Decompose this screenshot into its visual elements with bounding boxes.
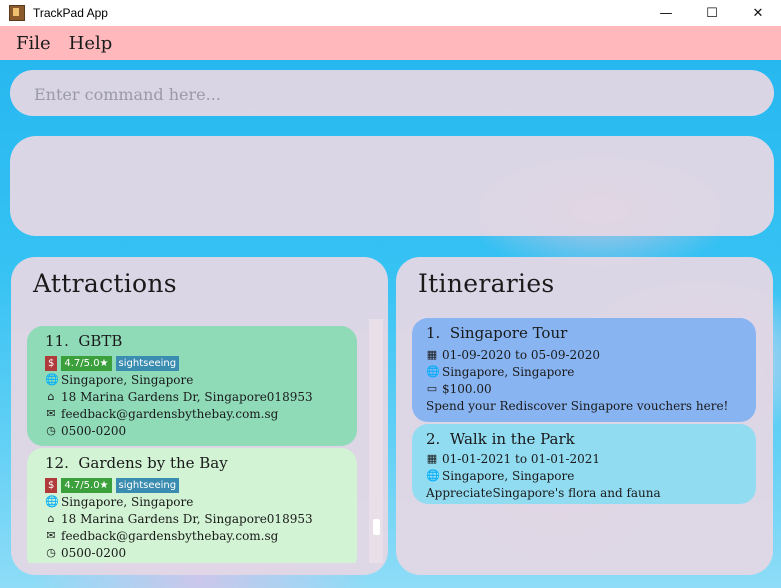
itineraries-panel: Itineraries 1. Singapore Tour ▦ 01-09-202… bbox=[396, 257, 773, 575]
itinerary-card-2[interactable]: 2. Walk in the Park ▦ 01-01-2021 to 01-01… bbox=[412, 424, 756, 504]
clock-icon: ◷ bbox=[46, 424, 56, 437]
menu-bar: File Help bbox=[0, 26, 781, 60]
calendar-icon: ▦ bbox=[426, 348, 438, 361]
itinerary-name: 2. Walk in the Park bbox=[426, 430, 575, 448]
attraction-hours: ◷ 0500-0200 bbox=[46, 424, 127, 438]
app-icon bbox=[9, 5, 25, 21]
clock-icon: ◷ bbox=[46, 546, 56, 559]
rating-badge: 4.7/5.0★ bbox=[61, 356, 112, 371]
menu-file[interactable]: File bbox=[16, 33, 51, 54]
itinerary-dates: ▦ 01-01-2021 to 01-01-2021 bbox=[426, 452, 601, 466]
window-title: TrackPad App bbox=[33, 6, 108, 20]
title-bar: TrackPad App — ☐ ✕ bbox=[0, 0, 781, 26]
price-badge: $ bbox=[45, 356, 58, 371]
attraction-card-12[interactable]: 12. Gardens by the Bay $ 4.7/5.0★ sights… bbox=[27, 448, 357, 563]
attraction-location: 🌐 Singapore, Singapore bbox=[45, 373, 194, 387]
attraction-hours: ◷ 0500-0200 bbox=[46, 546, 127, 560]
itinerary-location: 🌐 Singapore, Singapore bbox=[426, 469, 575, 483]
home-icon: ⌂ bbox=[47, 512, 55, 525]
itineraries-title: Itineraries bbox=[418, 269, 555, 298]
attractions-title: Attractions bbox=[33, 269, 177, 298]
result-display bbox=[10, 136, 774, 236]
menu-help[interactable]: Help bbox=[69, 33, 113, 54]
globe-icon: 🌐 bbox=[45, 373, 59, 386]
scroll-thumb[interactable] bbox=[373, 519, 380, 535]
attractions-panel: Attractions 11. GBTB $ 4.7/5.0★ sightsee… bbox=[11, 257, 388, 575]
mail-icon: ✉ bbox=[46, 407, 56, 420]
itinerary-description: AppreciateSingapore's flora and fauna bbox=[426, 486, 661, 500]
command-input[interactable] bbox=[32, 70, 756, 118]
itinerary-name: 1. Singapore Tour bbox=[426, 324, 568, 342]
attraction-name: 11. GBTB bbox=[45, 332, 123, 350]
rating-badge: 4.7/5.0★ bbox=[61, 478, 112, 493]
itinerary-budget: ▭ $100.00 bbox=[426, 382, 492, 396]
close-button[interactable]: ✕ bbox=[735, 0, 781, 26]
itinerary-location: 🌐 Singapore, Singapore bbox=[426, 365, 575, 379]
itinerary-description: Spend your Rediscover Singapore vouchers… bbox=[426, 399, 729, 413]
mail-icon: ✉ bbox=[46, 529, 56, 542]
home-icon: ⌂ bbox=[47, 390, 55, 403]
attraction-badges: $ 4.7/5.0★ sightseeing bbox=[45, 356, 180, 371]
globe-icon: 🌐 bbox=[426, 365, 440, 378]
attractions-list[interactable]: 11. GBTB $ 4.7/5.0★ sightseeing 🌐 Singapo… bbox=[27, 319, 373, 563]
itinerary-card-1[interactable]: 1. Singapore Tour ▦ 01-09-2020 to 05-09-2… bbox=[412, 318, 756, 422]
price-badge: $ bbox=[45, 478, 58, 493]
attraction-location: 🌐 Singapore, Singapore bbox=[45, 495, 194, 509]
calendar-icon: ▦ bbox=[426, 452, 438, 465]
minimize-button[interactable]: — bbox=[643, 0, 689, 26]
itinerary-dates: ▦ 01-09-2020 to 05-09-2020 bbox=[426, 348, 601, 362]
attraction-card-11[interactable]: 11. GBTB $ 4.7/5.0★ sightseeing 🌐 Singapo… bbox=[27, 326, 357, 446]
window-controls: — ☐ ✕ bbox=[643, 0, 781, 26]
money-icon: ▭ bbox=[426, 382, 438, 395]
attraction-address: ⌂ 18 Marina Gardens Dr, Singapore018953 bbox=[45, 390, 313, 404]
attraction-email: ✉ feedback@gardensbythebay.com.sg bbox=[46, 529, 279, 543]
globe-icon: 🌐 bbox=[426, 469, 440, 482]
maximize-button[interactable]: ☐ bbox=[689, 0, 735, 26]
attraction-email: ✉ feedback@gardensbythebay.com.sg bbox=[46, 407, 279, 421]
tag-badge: sightseeing bbox=[115, 356, 180, 371]
attraction-badges: $ 4.7/5.0★ sightseeing bbox=[45, 478, 180, 493]
attractions-scrollbar[interactable] bbox=[369, 319, 383, 563]
globe-icon: 🌐 bbox=[45, 495, 59, 508]
command-box bbox=[10, 70, 774, 118]
itineraries-list[interactable]: 1. Singapore Tour ▦ 01-09-2020 to 05-09-2… bbox=[412, 318, 758, 568]
attraction-address: ⌂ 18 Marina Gardens Dr, Singapore018953 bbox=[45, 512, 313, 526]
tag-badge: sightseeing bbox=[115, 478, 180, 493]
attraction-name: 12. Gardens by the Bay bbox=[45, 454, 228, 472]
